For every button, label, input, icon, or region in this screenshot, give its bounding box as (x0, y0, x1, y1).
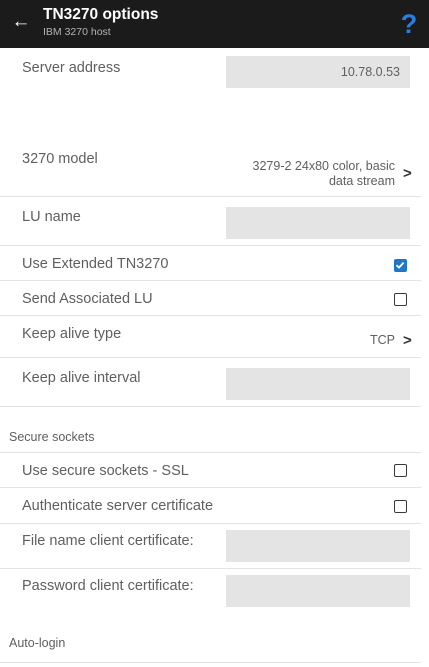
back-arrow-icon[interactable]: ← (10, 11, 32, 33)
associated-lu-checkbox[interactable] (394, 293, 407, 306)
lu-name-input[interactable] (226, 207, 410, 239)
app-bar: ← TN3270 options IBM 3270 host ? (0, 0, 429, 48)
extended-label: Use Extended TN3270 (22, 256, 169, 272)
keep-alive-interval-label: Keep alive interval (22, 370, 141, 386)
client-cert-file-label: File name client certificate: (22, 533, 194, 549)
server-address-value: 10.78.0.53 (340, 65, 400, 79)
chevron-right-icon: > (403, 165, 412, 182)
client-cert-password-row: Password client certificate: (0, 569, 421, 614)
extended-checkbox[interactable] (394, 259, 407, 272)
keep-alive-type-label: Keep alive type (22, 326, 122, 342)
model-row[interactable]: 3270 model 3279-2 24x80 color, basic dat… (0, 142, 421, 197)
chevron-right-icon: > (403, 332, 412, 349)
server-address-label: Server address (22, 60, 121, 76)
checkmark-icon (395, 261, 405, 269)
keep-alive-interval-input[interactable] (226, 368, 410, 400)
auth-cert-checkbox[interactable] (394, 500, 407, 513)
keep-alive-interval-row: Keep alive interval (0, 358, 421, 407)
ssl-label: Use secure sockets - SSL (22, 463, 189, 479)
model-value: 3279-2 24x80 color, basic data stream (253, 159, 395, 189)
auth-cert-label: Authenticate server certificate (22, 498, 214, 514)
extended-row[interactable]: Use Extended TN3270 (0, 246, 421, 281)
client-cert-password-label: Password client certificate: (22, 578, 194, 594)
client-cert-file-row: File name client certificate: (0, 524, 421, 569)
server-address-input[interactable]: 10.78.0.53 (226, 56, 410, 88)
lu-name-row: LU name (0, 197, 421, 246)
keep-alive-type-row[interactable]: Keep alive type TCP > (0, 316, 421, 358)
associated-lu-label: Send Associated LU (22, 291, 153, 307)
lu-name-label: LU name (22, 209, 81, 225)
client-cert-password-input[interactable] (226, 575, 410, 607)
help-icon[interactable]: ? (397, 8, 421, 40)
section-title-secure-sockets: Secure sockets (9, 430, 95, 444)
page-subtitle: IBM 3270 host (43, 26, 111, 38)
auth-cert-row[interactable]: Authenticate server certificate (0, 488, 421, 524)
page-title: TN3270 options (43, 6, 159, 23)
model-value-line1: 3279-2 24x80 color, basic (252, 159, 395, 173)
client-cert-file-input[interactable] (226, 530, 410, 562)
secure-sockets-section: Secure sockets (0, 407, 421, 453)
section-title-auto-login: Auto-login (9, 636, 66, 650)
keep-alive-type-value: TCP (370, 333, 395, 347)
ssl-checkbox[interactable] (394, 464, 407, 477)
ssl-row[interactable]: Use secure sockets - SSL (0, 453, 421, 488)
associated-lu-row[interactable]: Send Associated LU (0, 281, 421, 316)
model-label: 3270 model (22, 151, 98, 167)
auto-login-section: Auto-login (0, 614, 421, 663)
model-value-line2: data stream (328, 174, 395, 188)
server-address-row: Server address 10.78.0.53 (0, 48, 421, 98)
